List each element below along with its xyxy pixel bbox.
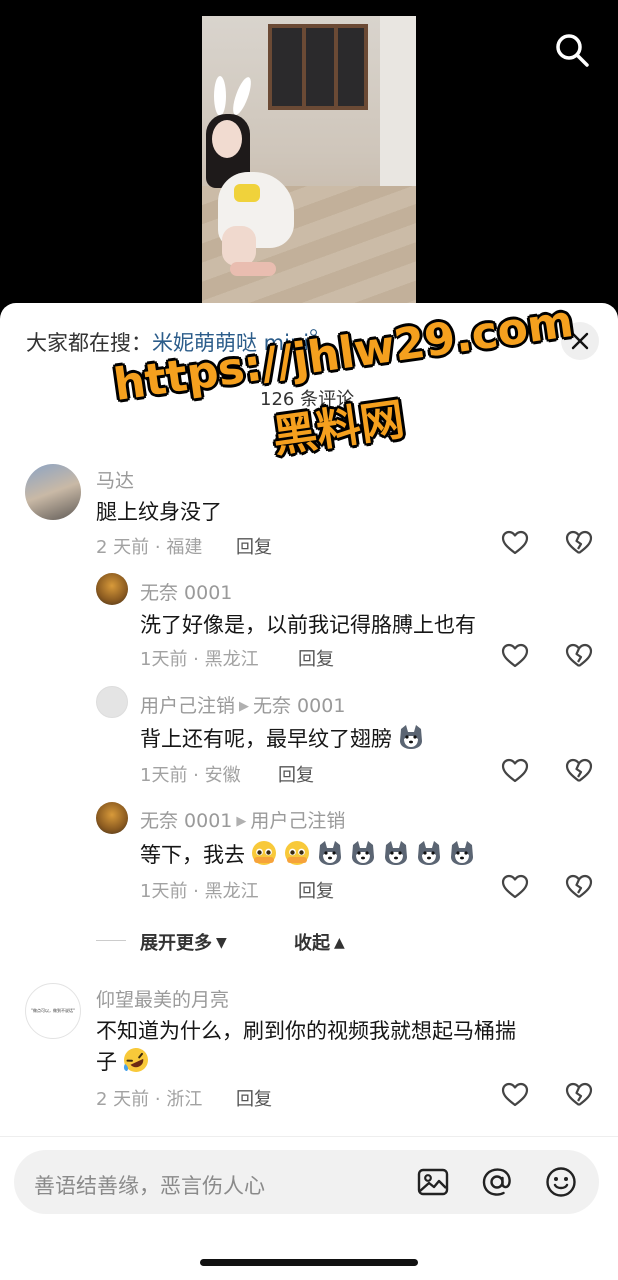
comment-username[interactable]: 无奈 0001 xyxy=(140,578,232,605)
comment-username[interactable]: 仰望最美的月亮 xyxy=(96,985,229,1012)
pleading-emoji-icon xyxy=(285,841,309,865)
heart-icon xyxy=(501,1082,529,1107)
like-button[interactable] xyxy=(501,757,529,785)
expand-more-button[interactable]: 展开更多 ▼ xyxy=(140,929,227,955)
reply-button[interactable]: 回复 xyxy=(298,877,334,903)
video-area[interactable] xyxy=(0,0,618,330)
video-thumbnail[interactable] xyxy=(202,16,416,316)
comment-time-location: 1天前 · 黑龙江 xyxy=(140,649,259,670)
mention-button[interactable] xyxy=(480,1165,514,1199)
reply-arrow-icon: ▶ xyxy=(239,699,250,714)
person-slipper xyxy=(230,262,276,276)
dislike-icon xyxy=(565,758,593,782)
person-yellow-top xyxy=(234,184,260,202)
avatar[interactable] xyxy=(25,464,81,520)
search-button[interactable] xyxy=(552,30,592,70)
comment-text: 洗了好像是，以前我记得胳膊上也有 xyxy=(140,613,476,637)
comment-input-placeholder[interactable]: 善语结善缘，恶言伤人心 xyxy=(34,1170,265,1200)
comment-time-location: 2 天前 · 福建 xyxy=(96,537,203,558)
reply-button[interactable]: 回复 xyxy=(278,761,314,787)
rolling-laugh-emoji-icon xyxy=(123,1048,148,1072)
dislike-icon xyxy=(565,1082,593,1106)
husky-emoji-icon xyxy=(418,841,440,865)
avatar[interactable]: "做点可以，做到不说话" xyxy=(25,983,81,1039)
emoji-icon xyxy=(546,1167,576,1197)
heart-icon xyxy=(501,643,529,668)
comment-username-line: 用户己注销 ▶ 无奈 0001 xyxy=(140,691,345,718)
comment-text: 不知道为什么，刷到你的视频我就想起马桶揣 xyxy=(96,1019,516,1043)
comment-username-line: 无奈 0001 ▶ 用户己注销 xyxy=(140,806,345,833)
dislike-button[interactable] xyxy=(565,529,593,557)
avatar[interactable] xyxy=(96,686,128,718)
video-wall xyxy=(380,16,416,186)
avatar[interactable] xyxy=(96,802,128,834)
person-face xyxy=(212,120,242,158)
reply-to-username[interactable]: 无奈 0001 xyxy=(253,695,345,717)
comment-username[interactable]: 无奈 0001 xyxy=(140,810,232,832)
dislike-icon xyxy=(565,643,593,667)
dislike-button[interactable] xyxy=(565,642,593,670)
thread-divider xyxy=(96,940,126,941)
comment-text: 腿上纹身没了 xyxy=(96,500,222,524)
dislike-button[interactable] xyxy=(565,1081,593,1109)
expand-more-label: 展开更多 xyxy=(140,933,212,954)
search-icon xyxy=(556,34,589,67)
heart-icon xyxy=(501,530,529,555)
image-button[interactable] xyxy=(416,1165,450,1199)
collapse-button[interactable]: 收起 ▲ xyxy=(294,929,345,955)
dislike-button[interactable] xyxy=(565,873,593,901)
husky-emoji-icon xyxy=(400,725,422,749)
video-person xyxy=(202,75,302,276)
collapse-label: 收起 xyxy=(294,933,330,954)
comment-username[interactable]: 马达 xyxy=(96,466,134,493)
like-button[interactable] xyxy=(501,873,529,901)
husky-emoji-icon xyxy=(385,841,407,865)
comment-text-line-2: 子 xyxy=(96,1046,150,1076)
hot-search-prefix: 大家都在搜： xyxy=(26,331,152,355)
reply-button[interactable]: 回复 xyxy=(236,533,272,559)
comment-time-location: 1天前 · 安徽 xyxy=(140,765,241,786)
comment-text: 等下，我去 xyxy=(140,843,245,867)
comment-time-location: 1天前 · 黑龙江 xyxy=(140,881,259,902)
comment-text-line: 等下，我去 xyxy=(140,839,476,869)
like-button[interactable] xyxy=(501,642,529,670)
reply-to-username[interactable]: 用户己注销 xyxy=(250,810,345,832)
husky-emoji-icon xyxy=(319,841,341,865)
dislike-icon xyxy=(565,874,593,898)
husky-emoji-icon xyxy=(451,841,473,865)
comment-text: 背上还有呢，最早纹了翅膀 xyxy=(140,727,392,751)
comment-text: 子 xyxy=(96,1050,117,1074)
chevron-down-icon: ▼ xyxy=(216,935,227,951)
avatar-text: "做点可以，做到不说话" xyxy=(31,1008,75,1013)
like-button[interactable] xyxy=(501,1081,529,1109)
bunny-ear-right xyxy=(229,75,255,117)
comment-time-location: 2 天前 · 浙江 xyxy=(96,1089,203,1110)
comment-text-line: 背上还有呢，最早纹了翅膀 xyxy=(140,723,425,753)
home-indicator[interactable] xyxy=(200,1259,418,1266)
like-button[interactable] xyxy=(501,529,529,557)
reply-button[interactable]: 回复 xyxy=(298,645,334,671)
image-icon xyxy=(417,1168,449,1196)
reply-arrow-icon: ▶ xyxy=(236,814,247,829)
husky-emoji-icon xyxy=(352,841,374,865)
heart-icon xyxy=(501,758,529,783)
dislike-icon xyxy=(565,530,593,554)
reply-button[interactable]: 回复 xyxy=(236,1085,272,1111)
avatar[interactable] xyxy=(96,573,128,605)
at-icon xyxy=(482,1168,511,1196)
person-leg xyxy=(222,226,256,266)
chevron-up-icon: ▲ xyxy=(334,935,345,951)
emoji-button[interactable] xyxy=(544,1165,578,1199)
comment-username[interactable]: 用户己注销 xyxy=(140,695,235,717)
dislike-button[interactable] xyxy=(565,757,593,785)
pleading-emoji-icon xyxy=(252,841,276,865)
heart-icon xyxy=(501,874,529,899)
bunny-ear-left xyxy=(214,76,226,116)
